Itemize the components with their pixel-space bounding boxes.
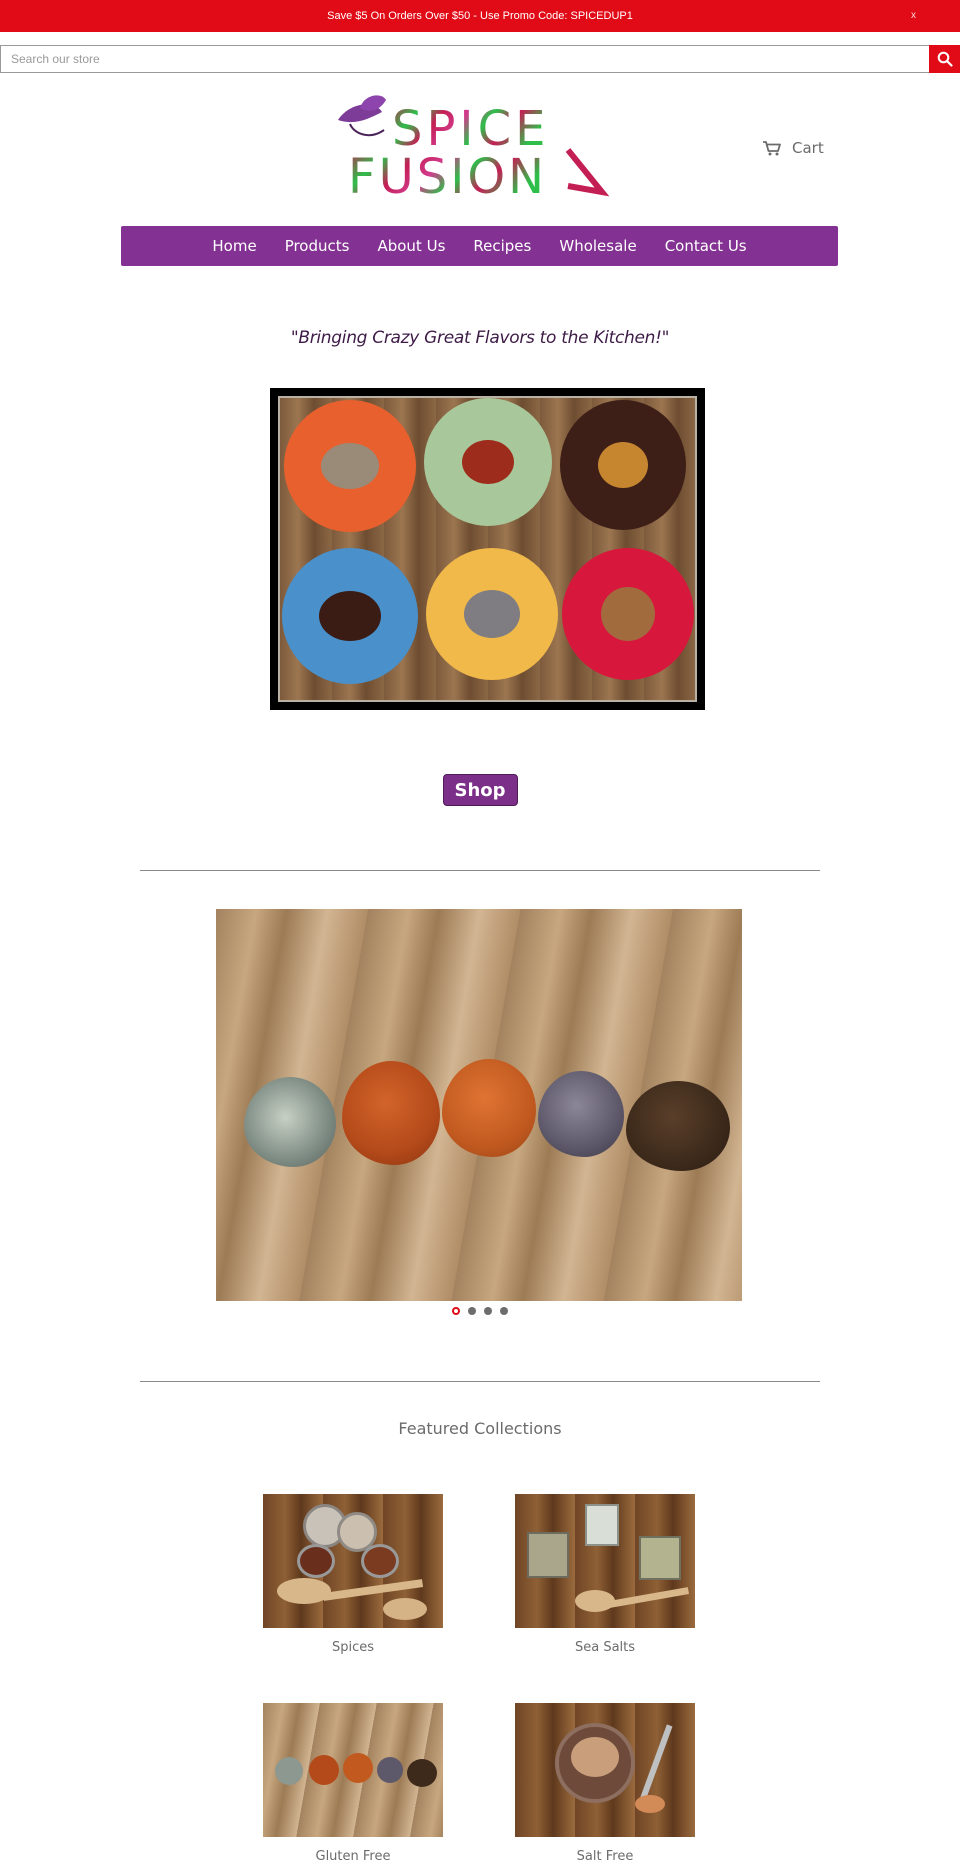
slide-dot-4[interactable] [500,1307,508,1315]
logo-line2: FUSION [348,149,547,205]
slideshow-dots [0,1307,960,1315]
nav-item-contact-us[interactable]: Contact Us [665,237,747,255]
nav-item-wholesale[interactable]: Wholesale [559,237,636,255]
collection-image [263,1703,443,1837]
collection-card-spices[interactable]: Spices [263,1494,443,1655]
announcement-bar: Save $5 On Orders Over $50 - Use Promo C… [0,0,960,32]
main-nav: Home Products About Us Recipes Wholesale… [121,226,838,266]
plate-image [282,548,418,684]
store-logo[interactable]: SPICE FUSION [330,90,630,205]
collection-label: Sea Salts [574,1640,636,1655]
nav-item-products[interactable]: Products [285,237,350,255]
collection-image [515,1703,695,1837]
search-bar [0,45,960,73]
collection-card-sea-salts[interactable]: Sea Salts [515,1494,695,1655]
nav-item-home[interactable]: Home [212,237,256,255]
logo-image: SPICE FUSION [338,95,610,205]
collection-card-gluten-free[interactable]: Gluten Free [263,1703,443,1864]
slideshow-image[interactable] [216,909,742,1301]
nav-item-about-us[interactable]: About Us [377,237,445,255]
collection-image [263,1494,443,1628]
hero-image [270,388,705,710]
plate-image [562,548,694,680]
collection-label: Salt Free [576,1849,634,1864]
slide-dot-3[interactable] [484,1307,492,1315]
plate-image [284,400,416,532]
shop-button[interactable]: Shop [442,774,518,806]
cart-label: Cart [792,139,824,157]
collection-card-salt-free[interactable]: Salt Free [515,1703,695,1864]
search-icon [937,51,953,67]
nav-item-recipes[interactable]: Recipes [473,237,531,255]
divider [140,870,820,871]
plate-image [424,398,552,526]
plate-image [560,400,686,530]
slide-dot-1[interactable] [452,1307,460,1315]
plate-image [426,548,558,680]
divider [140,1381,820,1382]
search-input[interactable] [0,45,929,73]
announcement-text: Save $5 On Orders Over $50 - Use Promo C… [327,10,633,22]
slide-dot-2[interactable] [468,1307,476,1315]
collection-label: Gluten Free [315,1849,391,1864]
featured-collections-title: Featured Collections [398,1419,562,1438]
cart-link[interactable]: Cart [762,137,824,159]
collection-image [515,1494,695,1628]
close-icon[interactable]: x [911,0,916,32]
cart-icon [763,141,781,156]
collection-label: Spices [331,1640,375,1655]
tagline: "Bringing Crazy Great Flavors to the Kit… [290,328,670,348]
search-button[interactable] [929,45,960,73]
